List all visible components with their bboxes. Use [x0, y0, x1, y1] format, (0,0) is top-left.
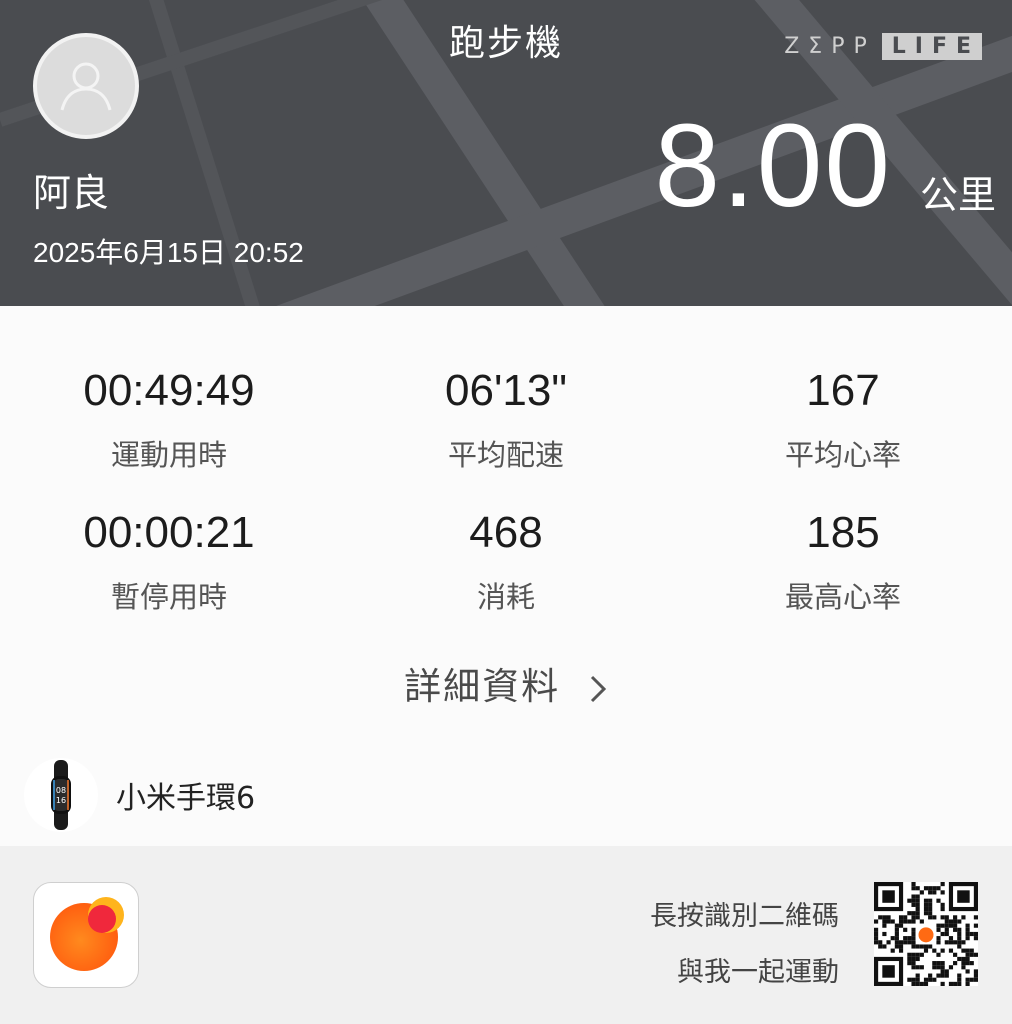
- details-link[interactable]: 詳細資料: [0, 656, 1012, 710]
- stat-label: 平均配速: [447, 438, 564, 472]
- mi-band-icon: 08 16: [24, 758, 98, 832]
- band-time-bottom: 16: [56, 796, 66, 805]
- brand-life: LIFE: [881, 33, 982, 60]
- stat-average-heart-rate: 167 平均心率: [674, 366, 1012, 474]
- distance-value: 8.00: [654, 100, 892, 232]
- share-footer: 長按識別二維碼 與我一起運動: [0, 846, 1012, 1024]
- stat-value: 06'13": [445, 366, 567, 415]
- stat-value: 167: [806, 366, 880, 415]
- distance-unit: 公里: [919, 173, 996, 217]
- qr-code[interactable]: [874, 882, 978, 986]
- zepp-life-logo-icon: [50, 897, 124, 971]
- chevron-right-icon: [590, 675, 606, 702]
- stat-label: 最高心率: [784, 580, 901, 614]
- stat-max-heart-rate: 185 最高心率: [674, 508, 1012, 616]
- device-name: 小米手環6: [116, 781, 256, 816]
- stat-label: 消耗: [476, 580, 535, 614]
- stat-pause-time: 00:00:21 暫停用時: [0, 508, 338, 616]
- workout-header: 跑步機 ZΣPP LIFE 阿良 2025年6月15日 20:52 8.00 公…: [0, 0, 1012, 306]
- stat-average-pace: 06'13" 平均配速: [337, 366, 675, 474]
- stat-label: 平均心率: [784, 438, 901, 472]
- stat-value: 185: [806, 508, 880, 557]
- brand-zepp: ZΣPP: [784, 34, 876, 59]
- stat-exercise-time: 00:49:49 運動用時: [0, 366, 338, 474]
- scan-slogan: 與我一起運動: [677, 957, 839, 988]
- stat-value: 00:00:21: [83, 508, 255, 557]
- zepp-life-logo: ZΣPP LIFE: [784, 33, 982, 60]
- scan-instruction: 長按識別二維碼: [650, 901, 839, 932]
- avatar[interactable]: [33, 33, 139, 139]
- workout-datetime: 2025年6月15日 20:52: [33, 237, 304, 268]
- band-time-top: 08: [56, 786, 66, 795]
- stat-label: 暫停用時: [110, 580, 227, 614]
- stat-value: 468: [469, 508, 543, 557]
- details-label: 詳細資料: [404, 665, 561, 708]
- user-icon: [60, 62, 112, 111]
- user-name: 阿良: [33, 171, 110, 215]
- stat-label: 運動用時: [110, 438, 227, 472]
- stat-calories: 468 消耗: [337, 508, 675, 616]
- stat-value: 00:49:49: [83, 366, 255, 415]
- workout-stats: 00:49:49 運動用時 06'13" 平均配速 167 平均心率 00:00…: [0, 306, 1012, 846]
- mi-band-image: 08 16: [51, 760, 71, 830]
- zepp-life-app-icon: [33, 882, 139, 988]
- device-row[interactable]: 08 16 小米手環6: [24, 758, 255, 832]
